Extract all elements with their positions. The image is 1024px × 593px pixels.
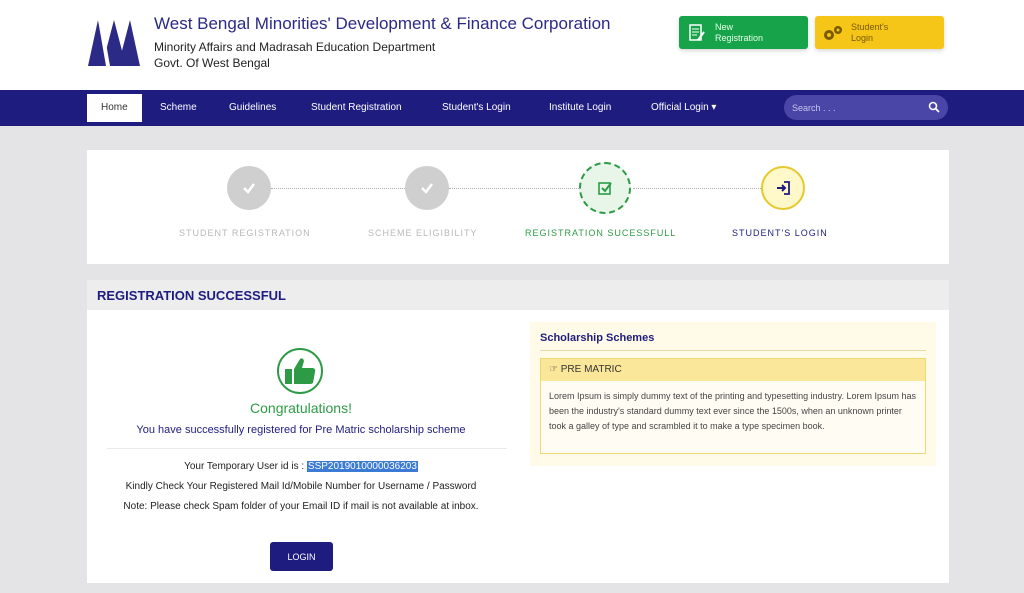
search-icon[interactable] — [928, 101, 940, 113]
scholarship-schemes-box: Scholarship Schemes ☞ PRE MATRIC Lorem I… — [530, 322, 936, 466]
nav-official-login[interactable]: Official Login ▾ — [651, 94, 716, 122]
step-connector — [271, 188, 405, 189]
sign-in-icon — [777, 181, 790, 195]
org-government: Govt. Of West Bengal — [154, 56, 270, 70]
caret-down-icon: ▾ — [711, 102, 717, 113]
step-registration-successful — [579, 162, 631, 214]
step-label-scheme-eligibility: SCHEME ELIGIBILITY — [368, 228, 478, 238]
main-nav: Home Scheme Guidelines Student Registrat… — [0, 90, 1024, 126]
step-label-students-login: STUDENT'S LOGIN — [732, 228, 828, 238]
new-registration-label-2: Registration — [715, 32, 764, 43]
nav-home[interactable]: Home — [87, 94, 142, 122]
nav-students-login[interactable]: Student's Login — [442, 94, 511, 122]
scheme-card-title: PRE MATRIC — [560, 364, 622, 375]
new-registration-button[interactable]: New Registration — [679, 16, 808, 49]
gears-icon — [815, 24, 851, 42]
checkbox-checked-icon — [598, 182, 612, 195]
hand-pointer-icon: ☞ — [549, 364, 558, 375]
panel-header: REGISTRATION SUCCESSFUL — [87, 280, 949, 310]
nav-institute-login[interactable]: Institute Login — [549, 94, 611, 122]
congratulations-heading: Congratulations! — [250, 400, 352, 416]
check-icon — [421, 183, 433, 194]
step-scheme-eligibility — [405, 166, 449, 210]
thumbs-up-icon — [277, 348, 323, 394]
site-header: West Bengal Minorities' Development & Fi… — [0, 0, 1024, 90]
nav-scheme[interactable]: Scheme — [160, 94, 197, 122]
scheme-card-header[interactable]: ☞ PRE MATRIC — [541, 359, 925, 381]
divider — [540, 350, 926, 351]
org-department: Minority Affairs and Madrasah Education … — [154, 40, 436, 54]
student-login-label-2: Login — [851, 32, 874, 43]
scheme-card-description: Lorem Ipsum is simply dummy text of the … — [549, 391, 916, 431]
step-label-registration-successful: REGISTRATION SUCESSFULL — [525, 228, 677, 238]
search-box — [784, 95, 948, 120]
step-connector — [633, 188, 761, 189]
registration-form-icon — [679, 23, 715, 42]
step-student-registration — [227, 166, 271, 210]
scheme-card-pre-matric: ☞ PRE MATRIC Lorem Ipsum is simply dummy… — [540, 358, 926, 454]
nav-guidelines[interactable]: Guidelines — [229, 94, 276, 122]
nav-student-registration[interactable]: Student Registration — [311, 94, 402, 122]
spam-note: Note: Please check Spam folder of your E… — [123, 501, 479, 512]
userid-label: Your Temporary User id is : — [184, 461, 305, 472]
userid-value[interactable]: SSP2019010000036203 — [306, 461, 418, 472]
step-students-login — [761, 166, 805, 210]
divider — [107, 448, 507, 449]
nav-official-login-label: Official Login — [651, 102, 709, 113]
login-button[interactable]: LOGIN — [270, 542, 333, 571]
schemes-title: Scholarship Schemes — [540, 332, 655, 344]
check-mail-message: Kindly Check Your Registered Mail Id/Mob… — [125, 481, 477, 492]
page-title: REGISTRATION SUCCESSFUL — [97, 288, 286, 303]
registration-result-panel: REGISTRATION SUCCESSFUL Congratulations!… — [87, 280, 949, 583]
step-connector — [449, 188, 579, 189]
new-registration-label-1: New — [715, 21, 734, 32]
success-message: You have successfully registered for Pre… — [136, 424, 466, 436]
org-title: West Bengal Minorities' Development & Fi… — [154, 14, 611, 33]
student-login-label-1: Student's — [851, 21, 889, 32]
registration-steps: STUDENT REGISTRATION SCHEME ELIGIBILITY … — [87, 150, 949, 264]
corporation-logo[interactable] — [88, 18, 140, 66]
step-label-student-registration: STUDENT REGISTRATION — [179, 228, 311, 238]
check-icon — [243, 183, 255, 194]
student-login-button[interactable]: Student's Login — [815, 16, 944, 49]
temporary-userid-line: Your Temporary User id is : SSP201901000… — [87, 461, 515, 472]
search-input[interactable] — [792, 98, 922, 117]
